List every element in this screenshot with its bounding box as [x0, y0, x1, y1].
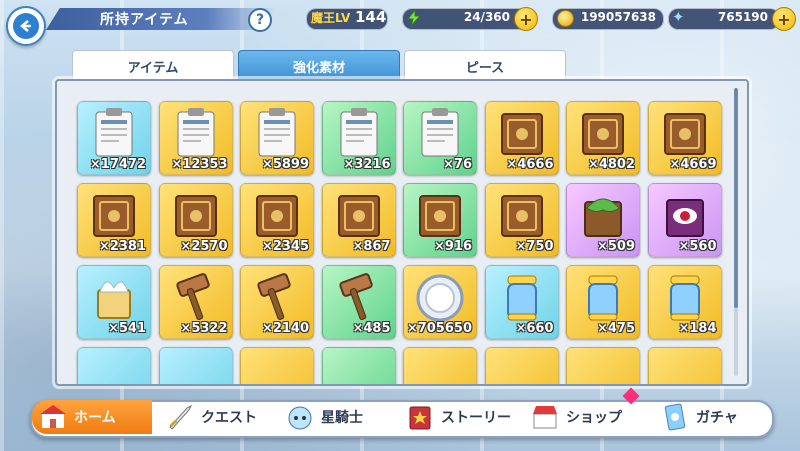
nav-home-label: ホーム [74, 410, 116, 426]
item-count: ×2140 [261, 321, 309, 336]
item-count: ×2381 [98, 239, 146, 254]
item-cell[interactable]: ×750 [484, 183, 559, 257]
help-button[interactable]: ? [248, 8, 272, 32]
nav-gacha-label: ガチャ [696, 410, 738, 426]
item-count: ×12353 [171, 157, 228, 172]
item-cell[interactable]: ×2345 [240, 183, 314, 257]
item-count: ×475 [596, 321, 635, 336]
stamina-bolt-icon [407, 10, 421, 26]
gem-plus-button[interactable]: + [772, 7, 796, 31]
sword-icon [169, 404, 193, 430]
page-title: 所持アイテム [100, 12, 189, 28]
tab-pieces[interactable]: ピース [404, 50, 566, 82]
item-cell-partial[interactable] [321, 347, 396, 384]
item-cell[interactable]: ×541 [77, 265, 151, 339]
item-cell[interactable]: ×867 [321, 183, 396, 257]
item-count: ×3216 [343, 157, 391, 172]
scrollbar-thumb[interactable] [734, 88, 738, 308]
nav-shop[interactable]: ショップ [530, 400, 622, 434]
nav-quest-label: クエスト [201, 410, 257, 426]
item-cell[interactable]: ×184 [647, 265, 722, 339]
item-count: ×5322 [180, 321, 228, 336]
item-count: ×509 [596, 239, 635, 254]
item-count: ×184 [678, 321, 717, 336]
item-cell[interactable]: ×485 [321, 265, 396, 339]
item-count: ×76 [443, 157, 472, 172]
nav-home[interactable]: ホーム [32, 400, 152, 434]
item-cell[interactable]: ×4669 [647, 101, 722, 175]
item-cell[interactable]: ×2381 [77, 183, 151, 257]
tab-enhance-materials[interactable]: 強化素材 [238, 50, 400, 82]
item-cell[interactable]: ×660 [484, 265, 559, 339]
back-arrow-icon [13, 13, 39, 39]
nav-shop-label: ショップ [566, 410, 622, 426]
item-count: ×916 [433, 239, 472, 254]
item-cell[interactable]: ×12353 [158, 101, 233, 175]
item-cell-partial[interactable] [403, 347, 477, 384]
item-cell-partial[interactable] [77, 347, 151, 384]
shop-icon [533, 406, 557, 429]
item-count: ×705650 [406, 321, 472, 336]
item-count: ×4802 [587, 157, 635, 172]
coin-value: 199057638 [580, 10, 656, 24]
back-button[interactable] [6, 6, 46, 46]
item-cell-partial[interactable] [484, 347, 559, 384]
item-cell-partial[interactable] [566, 347, 640, 384]
story-book-icon [409, 406, 431, 430]
item-cell-partial[interactable] [647, 347, 722, 384]
item-count: ×4669 [669, 157, 717, 172]
gacha-card-icon [664, 403, 686, 431]
home-icon [40, 405, 66, 428]
item-count: ×2570 [180, 239, 228, 254]
item-count: ×17472 [89, 157, 146, 172]
stamina-plus-button[interactable]: + [514, 7, 538, 31]
item-panel: ×17472 ×12353 ×5899 ×3216 ×76 ×4666 ×4802 ×4669… [55, 79, 749, 386]
item-cell[interactable]: ×3216 [321, 101, 396, 175]
item-count: ×560 [678, 239, 717, 254]
item-cell[interactable]: ×2570 [158, 183, 233, 257]
item-count: ×541 [107, 321, 146, 336]
item-cell[interactable]: ×17472 [77, 101, 151, 175]
item-cell[interactable]: ×2140 [240, 265, 314, 339]
item-cell[interactable]: ×916 [403, 183, 477, 257]
stamina-value: 24/360 [463, 10, 510, 24]
item-cell[interactable]: ×76 [403, 101, 477, 175]
item-cell-partial[interactable] [158, 347, 233, 384]
item-cell[interactable]: ×4666 [484, 101, 559, 175]
item-count: ×750 [515, 239, 554, 254]
item-count: ×867 [352, 239, 391, 254]
item-cell-partial[interactable] [240, 347, 314, 384]
nav-star-knight-label: 星騎士 [321, 410, 363, 426]
item-count: ×2345 [261, 239, 309, 254]
item-cell[interactable]: ×5899 [240, 101, 314, 175]
nav-story-label: ストーリー [441, 410, 511, 426]
knight-icon [288, 406, 312, 430]
level-value: 144 [355, 8, 387, 26]
item-count: ×485 [352, 321, 391, 336]
gem-value: 765190 [717, 10, 768, 24]
item-count: ×4666 [506, 157, 554, 172]
nav-story[interactable]: ストーリー [405, 400, 511, 434]
nav-quest[interactable]: クエスト [165, 400, 257, 434]
item-cell[interactable]: ×4802 [566, 101, 640, 175]
coin-icon [557, 10, 574, 27]
item-count: ×660 [515, 321, 554, 336]
tab-items[interactable]: アイテム [72, 50, 234, 82]
item-cell[interactable]: ×475 [566, 265, 640, 339]
item-count: ×5899 [261, 157, 309, 172]
level-label: 魔王LV [311, 11, 351, 25]
nav-gacha[interactable]: ガチャ [660, 400, 738, 434]
item-cell[interactable]: ×560 [647, 183, 722, 257]
star-gem-icon: ✦ [672, 8, 685, 26]
item-cell[interactable]: ×509 [566, 183, 640, 257]
nav-star-knight[interactable]: 星騎士 [285, 400, 363, 434]
item-cell[interactable]: ×705650 [403, 265, 477, 339]
item-cell[interactable]: ×5322 [158, 265, 233, 339]
